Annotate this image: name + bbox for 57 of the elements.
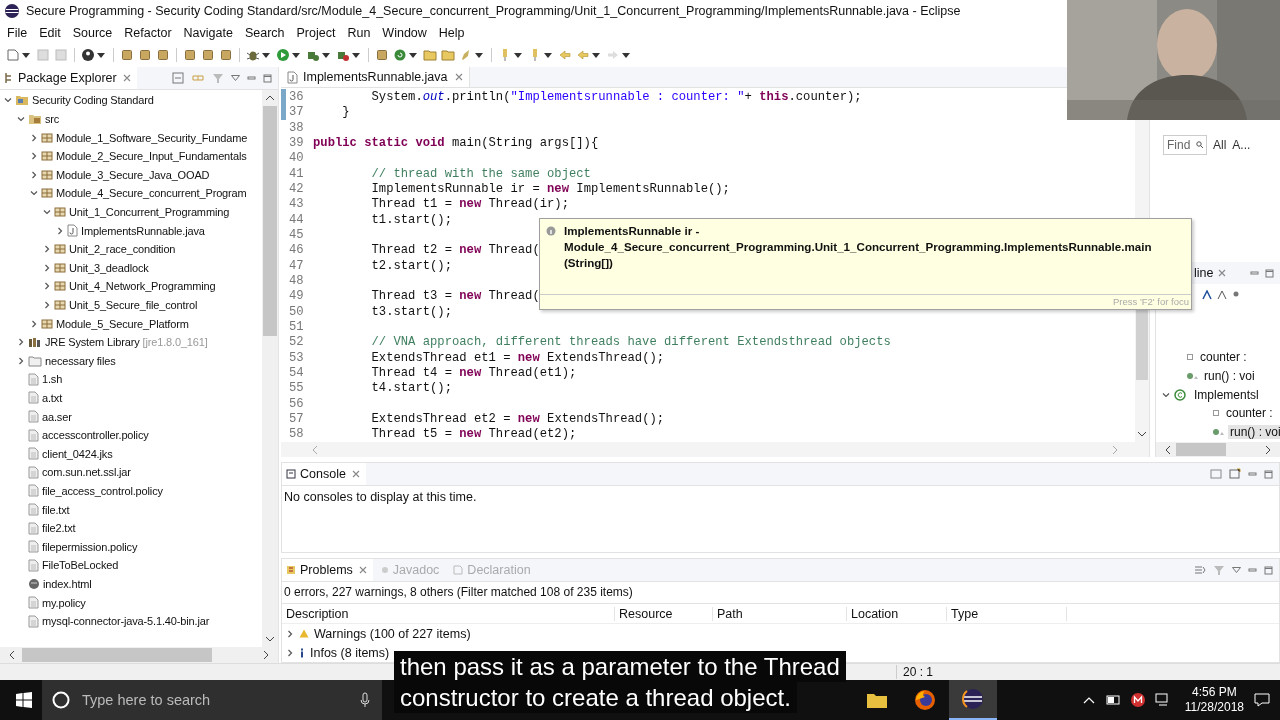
caption-text: then pass it as a parameter to the Thread bbox=[394, 651, 846, 682]
code-line: public static void main(String args[]){ bbox=[312, 135, 599, 150]
code-line: // VNA approach, different threads have different Extendsthread objects bbox=[370, 335, 891, 350]
line-number: 55 bbox=[288, 381, 305, 396]
line-number: 56 bbox=[288, 396, 305, 411]
code-line: ImplementsRunnable ir = new ImplementsRunnable(); bbox=[370, 181, 730, 196]
code-line: t2.start(); bbox=[370, 258, 452, 273]
code-line: Thread t1 = new Thread(ir); bbox=[370, 197, 569, 212]
code-line: t3.start(); bbox=[370, 304, 452, 319]
line-number: 50 bbox=[288, 304, 305, 319]
console-message: No consoles to display at this time. bbox=[283, 489, 478, 507]
line-number: 51 bbox=[288, 320, 305, 334]
line-number: 45 bbox=[288, 227, 305, 242]
code-line: Thread t2 = new Thread( bbox=[370, 243, 540, 258]
tooltip-hint: Press 'F2' for focu bbox=[540, 294, 1191, 309]
code-line: // thread with the same object bbox=[370, 166, 591, 181]
code-line: Thread t3 = new Thread( bbox=[370, 289, 540, 304]
cursor-position: 20 : 1 bbox=[896, 665, 969, 680]
line-number: 57 bbox=[288, 412, 305, 427]
caption-text: constructor to create a thread object. bbox=[394, 682, 797, 713]
line-number: 48 bbox=[288, 274, 305, 288]
tooltip-text: Module_4_Secure_concurrent_Programming.Unit_1_Concurrent_Programming.ImplementsRunnable.main bbox=[564, 239, 1152, 255]
line-number: 46 bbox=[288, 243, 305, 258]
problems-summary: 0 errors, 227 warnings, 8 others (Filter matched 108 of 235 items) bbox=[282, 582, 1279, 605]
line-number: 41 bbox=[288, 166, 305, 181]
tab-label: Package Explorer bbox=[18, 71, 117, 86]
line-number: 49 bbox=[288, 289, 305, 304]
code-line: ExtendsThread et2 = new ExtendsThread(); bbox=[370, 412, 665, 427]
code-line: t4.start(); bbox=[370, 381, 452, 396]
line-number: 36 bbox=[288, 89, 305, 104]
code-line: ExtendsThread et1 = new ExtendsThread(); bbox=[370, 350, 665, 365]
line-number: 37 bbox=[288, 105, 305, 120]
code-line: t1.start(); bbox=[370, 212, 452, 227]
window-title: Secure Programming - Security Coding Standard/src/Module_4_Secure_concurrent_Programming/Unit_1_Concurrent_Programming/ImplementsRunnable.java - Eclipse bbox=[26, 3, 961, 18]
code-line: Thread t4 = new Thread(et1); bbox=[370, 366, 577, 381]
tab-label: ImplementsRunnable.java bbox=[303, 70, 448, 85]
tab-label: Declaration bbox=[467, 563, 531, 578]
line-number: 39 bbox=[288, 135, 305, 150]
line-number: 52 bbox=[288, 335, 305, 350]
tree-item-detail: [jre1.8.0_161] bbox=[142, 336, 208, 349]
code-line: } bbox=[341, 105, 350, 120]
tooltip-text: (String[]) bbox=[564, 255, 614, 271]
tab-label: Javadoc bbox=[392, 563, 440, 578]
line-number: 38 bbox=[288, 120, 305, 135]
code-line: System.out.println("Implementsrunnable : counter: "+ this.counter); bbox=[370, 89, 862, 104]
line-number: 42 bbox=[288, 181, 305, 196]
code-line: Thread t5 = new Thread(et2); bbox=[370, 427, 577, 442]
line-number: 54 bbox=[288, 366, 305, 381]
line-number: 53 bbox=[288, 350, 305, 365]
line-number: 44 bbox=[288, 212, 305, 227]
line-number: 58 bbox=[288, 427, 305, 442]
tab-label: Problems bbox=[300, 563, 353, 578]
line-number: 47 bbox=[288, 258, 305, 273]
tab-label: Console bbox=[300, 467, 346, 482]
line-number: 40 bbox=[288, 151, 305, 166]
tooltip-text: ImplementsRunnable ir - bbox=[564, 223, 701, 239]
line-number: 43 bbox=[288, 197, 305, 212]
